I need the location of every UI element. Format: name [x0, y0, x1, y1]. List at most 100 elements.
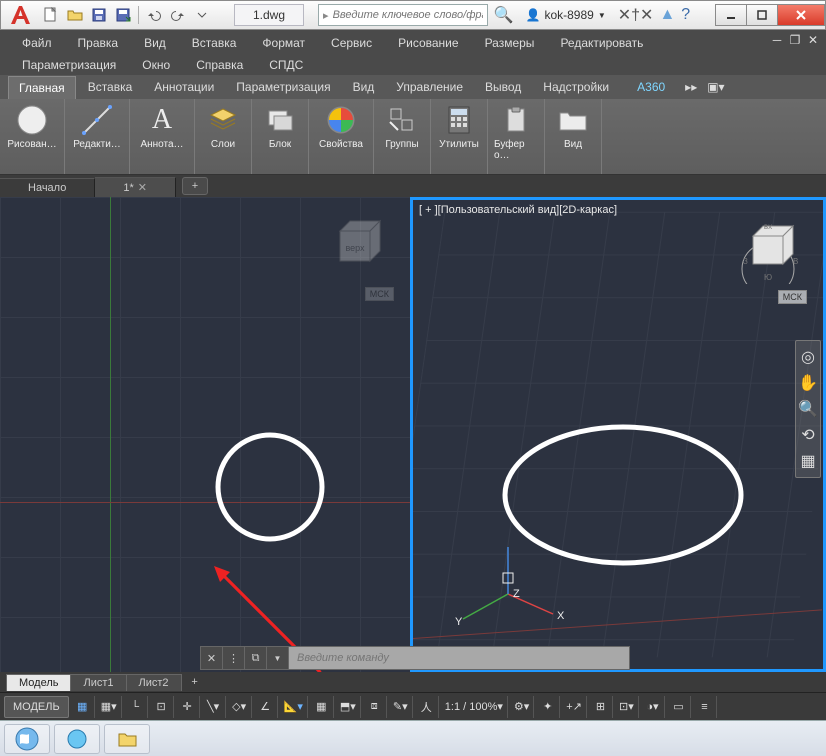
- utilities-button[interactable]: Утилиты: [437, 103, 481, 150]
- orbit-icon[interactable]: ⟲: [801, 425, 814, 445]
- layout-add-button[interactable]: +: [185, 674, 205, 690]
- cmdline-prompt-icon[interactable]: ⧉: [245, 647, 267, 669]
- ribbon-overflow-icon[interactable]: ▸▸: [685, 80, 697, 94]
- zoom-icon[interactable]: 🔍: [798, 399, 818, 419]
- status-scale[interactable]: 1:1 / 100% ▾: [441, 696, 508, 718]
- cmdline-handle-icon[interactable]: ⋮: [223, 647, 245, 669]
- status-qp-icon[interactable]: ✎▾: [389, 696, 413, 718]
- status-annoscale-icon[interactable]: 人: [415, 696, 439, 718]
- status-hw-icon[interactable]: ⊡▾: [615, 696, 639, 718]
- taskbar-app-1[interactable]: [54, 724, 100, 754]
- fullnav-icon[interactable]: ◎: [801, 347, 815, 367]
- command-input[interactable]: [289, 647, 629, 669]
- tab-start[interactable]: Начало: [0, 178, 95, 197]
- status-clean-icon[interactable]: ▭: [667, 696, 691, 718]
- ribbon-collapse-icon[interactable]: ▣▾: [707, 80, 724, 94]
- search-box[interactable]: ▸: [318, 4, 488, 26]
- new-icon[interactable]: [39, 4, 63, 26]
- start-button[interactable]: [4, 724, 50, 754]
- menu-help[interactable]: Справка: [184, 55, 255, 75]
- cmdline-chevron-icon[interactable]: ▼: [267, 647, 289, 669]
- layout-tab-sheet1[interactable]: Лист1: [70, 674, 126, 691]
- layers-button[interactable]: Слои: [201, 103, 245, 150]
- ucs-label-right[interactable]: МСК: [778, 290, 807, 304]
- status-cycling-icon[interactable]: ⬒▾: [336, 696, 361, 718]
- tab-manage[interactable]: Управление: [386, 76, 473, 98]
- menu-parametric[interactable]: Параметризация: [10, 55, 128, 75]
- taskbar-app-2[interactable]: [104, 724, 150, 754]
- search-icon[interactable]: 🔍: [494, 5, 514, 25]
- qat-dropdown-icon[interactable]: [190, 4, 214, 26]
- status-ortho-icon[interactable]: ⊡: [150, 696, 174, 718]
- viewport-left[interactable]: верх МСК: [0, 197, 410, 672]
- viewcube-right[interactable]: вхЮЗВ: [733, 214, 803, 284]
- signin-button[interactable]: 👤 kok-8989 ▼: [525, 8, 605, 22]
- minimize-button[interactable]: [715, 4, 747, 26]
- tab-addins[interactable]: Надстройки: [533, 76, 619, 98]
- menu-draw[interactable]: Рисование: [386, 33, 470, 53]
- menu-dimension[interactable]: Размеры: [473, 33, 547, 53]
- tab-view[interactable]: Вид: [343, 76, 385, 98]
- exchange-icon[interactable]: ✕†✕: [618, 5, 654, 25]
- clipboard-button[interactable]: Буфер о…: [494, 103, 538, 161]
- status-osnap-icon[interactable]: ◇▾: [228, 696, 252, 718]
- doc-restore-button[interactable]: ❐: [786, 32, 804, 48]
- file-tab-close-icon[interactable]: ✕: [138, 182, 147, 194]
- save-icon[interactable]: [87, 4, 111, 26]
- menu-modify[interactable]: Редактировать: [548, 33, 655, 53]
- block-button[interactable]: Блок: [258, 103, 302, 150]
- status-gear-icon[interactable]: ⚙▾: [510, 696, 534, 718]
- status-ui-icon[interactable]: ⊞: [589, 696, 613, 718]
- app-logo-icon[interactable]: [1, 1, 39, 29]
- status-grid-dd-icon[interactable]: ▦▾: [97, 696, 122, 718]
- annotation-button[interactable]: A Аннота…: [136, 103, 188, 150]
- menu-spds[interactable]: СПДС: [257, 55, 315, 75]
- status-iso-icon[interactable]: ╲▾: [202, 696, 226, 718]
- status-isolate-icon[interactable]: ◑▾: [641, 696, 665, 718]
- new-file-tab-button[interactable]: +: [182, 177, 208, 195]
- menu-view[interactable]: Вид: [132, 33, 178, 53]
- status-model-button[interactable]: МОДЕЛЬ: [4, 696, 69, 718]
- groups-button[interactable]: Группы: [380, 103, 424, 150]
- layout-tab-sheet2[interactable]: Лист2: [126, 674, 182, 691]
- viewcube-left[interactable]: верх: [320, 211, 390, 281]
- tab-file-1[interactable]: 1*✕: [95, 177, 176, 197]
- status-transparency-icon[interactable]: ▦: [310, 696, 334, 718]
- circle-object-left[interactable]: [210, 427, 330, 547]
- tab-parametric[interactable]: Параметризация: [226, 76, 340, 98]
- open-icon[interactable]: [63, 4, 87, 26]
- doc-minimize-button[interactable]: ─: [768, 32, 786, 48]
- maximize-button[interactable]: [746, 4, 778, 26]
- menu-insert[interactable]: Вставка: [180, 33, 249, 53]
- viewport-right-active[interactable]: [ + ][Пользовательский вид][2D-каркас] в…: [410, 197, 826, 672]
- search-input[interactable]: [333, 9, 483, 21]
- redo-icon[interactable]: [166, 4, 190, 26]
- navigation-bar[interactable]: ◎ ✋ 🔍 ⟲ ▦: [795, 340, 821, 478]
- tab-annotate[interactable]: Аннотации: [144, 76, 224, 98]
- viewport-label[interactable]: [ + ][Пользовательский вид][2D-каркас]: [419, 204, 617, 216]
- status-custom-icon[interactable]: ≡: [693, 696, 717, 718]
- tab-home[interactable]: Главная: [8, 76, 76, 99]
- status-grid-icon[interactable]: ▦: [71, 696, 95, 718]
- view-button[interactable]: Вид: [551, 103, 595, 150]
- ucs-label-left[interactable]: МСК: [365, 287, 394, 301]
- pan-icon[interactable]: ✋: [798, 373, 818, 393]
- status-lineweight-icon[interactable]: 📐▾: [280, 696, 308, 718]
- menu-tools[interactable]: Сервис: [319, 33, 384, 53]
- doc-close-button[interactable]: ✕: [804, 32, 822, 48]
- layout-tab-model[interactable]: Модель: [6, 674, 71, 691]
- status-annotation-icon[interactable]: ✦: [536, 696, 560, 718]
- modify-button[interactable]: Редакти…: [71, 103, 123, 150]
- properties-button[interactable]: Свойства: [315, 103, 367, 150]
- menu-edit[interactable]: Правка: [66, 33, 131, 53]
- undo-icon[interactable]: [142, 4, 166, 26]
- tab-output[interactable]: Вывод: [475, 76, 531, 98]
- status-3d-icon[interactable]: ⧈: [363, 696, 387, 718]
- menu-window[interactable]: Окно: [130, 55, 182, 75]
- showmotion-icon[interactable]: ▦: [800, 451, 815, 471]
- tab-insert[interactable]: Вставка: [78, 76, 143, 98]
- cmdline-close-icon[interactable]: ✕: [201, 647, 223, 669]
- close-button[interactable]: [777, 4, 825, 26]
- command-line[interactable]: ✕ ⋮ ⧉ ▼: [200, 646, 630, 670]
- status-snap-icon[interactable]: └: [124, 696, 148, 718]
